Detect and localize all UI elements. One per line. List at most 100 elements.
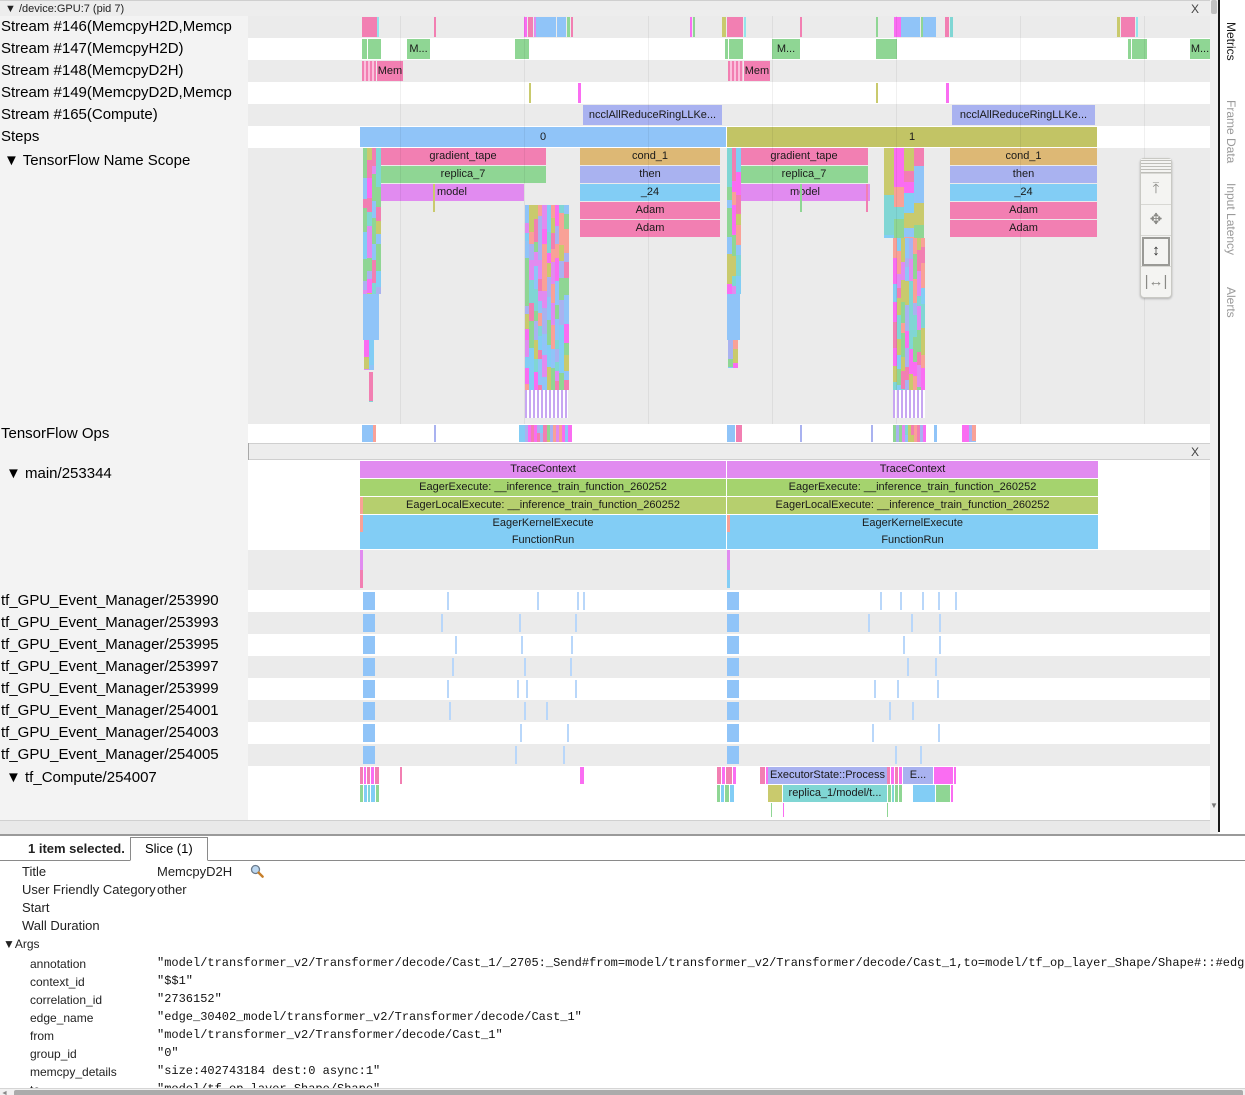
trace-event[interactable]	[950, 17, 953, 37]
trace-event[interactable]	[914, 148, 924, 166]
trace-event[interactable]	[449, 702, 451, 720]
trace-event[interactable]	[938, 592, 940, 610]
trace-event[interactable]: model	[740, 184, 870, 201]
trace-event[interactable]	[517, 680, 519, 698]
trace-event[interactable]: M...	[1190, 39, 1210, 59]
trace-event[interactable]	[914, 188, 924, 203]
trace-event[interactable]	[868, 614, 870, 632]
trace-event[interactable]	[580, 767, 584, 784]
trace-event[interactable]	[727, 17, 743, 37]
main-thread-label[interactable]: ▼ main/253344	[6, 465, 246, 485]
trace-event[interactable]	[570, 658, 572, 676]
compute-thread-label[interactable]: ▼ tf_Compute/254007	[6, 769, 246, 789]
trace-event[interactable]	[887, 803, 888, 817]
trace-event[interactable]	[733, 767, 736, 784]
trace-event[interactable]	[575, 680, 577, 698]
trace-event[interactable]	[736, 225, 741, 245]
trace-event[interactable]: EagerLocalExecute: __inference_train_fun…	[727, 497, 1098, 514]
trace-event[interactable]	[721, 785, 724, 802]
trace-event[interactable]	[921, 328, 925, 355]
trace-event[interactable]	[360, 570, 363, 588]
trace-event[interactable]	[362, 61, 376, 81]
trace-event[interactable]	[364, 767, 366, 784]
trace-event[interactable]	[537, 592, 539, 610]
trace-event[interactable]	[727, 724, 739, 742]
trace-event[interactable]	[921, 288, 925, 304]
trace-event[interactable]	[934, 767, 953, 784]
trace-event[interactable]: _24	[580, 184, 720, 201]
trace-event[interactable]: replica_1/model/t...	[783, 785, 887, 802]
trace-event[interactable]	[564, 343, 569, 355]
side-tab-metrics[interactable]: Metrics	[1224, 22, 1238, 61]
trace-event[interactable]	[447, 680, 449, 698]
trace-event[interactable]	[564, 229, 569, 253]
trace-event[interactable]	[935, 658, 937, 676]
collapse-icon[interactable]: ▼	[5, 3, 16, 15]
trace-event[interactable]	[369, 340, 374, 365]
trace-event[interactable]	[895, 746, 897, 764]
trace-event[interactable]	[363, 680, 375, 698]
trace-event[interactable]	[376, 169, 381, 187]
trace-event[interactable]	[937, 680, 939, 698]
side-tab-input-latency[interactable]: Input Latency	[1224, 183, 1238, 255]
trace-event[interactable]	[771, 803, 772, 817]
trace-event[interactable]	[575, 614, 577, 632]
trace-event[interactable]	[727, 592, 739, 610]
trace-event[interactable]	[371, 767, 374, 784]
trace-event[interactable]	[914, 225, 924, 238]
trace-event[interactable]	[736, 255, 741, 276]
trace-event[interactable]	[912, 702, 914, 720]
trace-event[interactable]: replica_7	[380, 166, 546, 183]
trace-event[interactable]	[880, 592, 882, 610]
selection-tool-icon[interactable]: ⤒	[1141, 174, 1171, 205]
tool-panel-grip[interactable]	[1141, 159, 1171, 174]
trace-event[interactable]	[564, 324, 569, 343]
trace-event[interactable]	[921, 263, 925, 288]
trace-event[interactable]	[888, 785, 891, 802]
trace-event[interactable]	[567, 724, 569, 742]
name-scope-row-label[interactable]: ▼ TensorFlow Name Scope	[4, 152, 246, 172]
search-icon[interactable]	[250, 864, 264, 878]
trace-event[interactable]	[564, 205, 569, 214]
trace-event[interactable]	[536, 17, 556, 37]
trace-event[interactable]	[363, 702, 375, 720]
trace-event[interactable]: Adam	[580, 220, 720, 237]
trace-event[interactable]	[377, 17, 379, 37]
trace-event[interactable]: _24	[950, 184, 1097, 201]
trace-event[interactable]	[904, 193, 914, 213]
trace-event[interactable]	[371, 785, 375, 802]
trace-event[interactable]	[733, 363, 738, 368]
trace-event[interactable]	[1121, 17, 1135, 37]
trace-event[interactable]	[938, 724, 940, 742]
trace-event[interactable]	[891, 767, 894, 784]
trace-event[interactable]: EagerKernelExecute	[727, 515, 1098, 532]
trace-event[interactable]	[568, 425, 572, 442]
trace-event[interactable]	[904, 213, 914, 228]
trace-event[interactable]	[876, 17, 878, 37]
trace-event[interactable]	[1136, 17, 1138, 37]
trace-sliver-cluster[interactable]	[525, 390, 568, 418]
trace-event[interactable]	[866, 184, 868, 212]
trace-event[interactable]	[871, 425, 873, 442]
trace-sliver-cluster[interactable]	[893, 390, 925, 418]
trace-event[interactable]	[972, 441, 976, 442]
trace-event[interactable]	[564, 355, 569, 371]
trace-event[interactable]	[360, 550, 363, 570]
trace-event[interactable]	[921, 355, 925, 368]
trace-event[interactable]	[727, 294, 740, 340]
trace-event[interactable]	[557, 17, 566, 37]
trace-event[interactable]: gradient_tape	[380, 148, 546, 165]
trace-event[interactable]	[515, 746, 517, 764]
trace-event[interactable]	[717, 785, 720, 802]
trace-event[interactable]	[368, 39, 381, 59]
trace-event[interactable]	[972, 425, 976, 441]
trace-event[interactable]	[728, 61, 743, 81]
trace-event[interactable]	[519, 614, 521, 632]
trace-event[interactable]	[884, 168, 894, 195]
trace-event[interactable]	[376, 271, 381, 287]
trace-event[interactable]	[455, 636, 457, 654]
trace-event[interactable]	[524, 658, 526, 676]
trace-event[interactable]	[441, 614, 443, 632]
trace-event[interactable]	[564, 380, 569, 390]
trace-event[interactable]	[951, 785, 953, 802]
